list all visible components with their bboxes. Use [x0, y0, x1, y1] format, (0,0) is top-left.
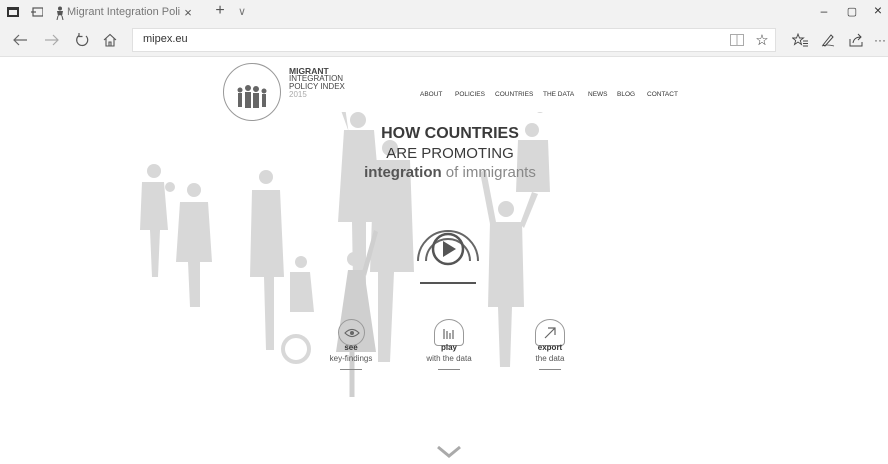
new-tab-button[interactable]: + [211, 2, 229, 20]
play-with-data-button[interactable] [434, 319, 464, 346]
close-window-button[interactable]: × [871, 2, 885, 18]
web-note-pen-icon[interactable] [818, 30, 838, 50]
tab-title: Migrant Integration Poli [67, 6, 181, 18]
see-key-findings-button[interactable] [338, 319, 365, 346]
hero-line-1: HOW COUNTRIES [381, 125, 519, 142]
url-text: mipex.eu [143, 33, 188, 45]
hero-line-3: integration of immigrants [300, 164, 600, 181]
mipex-logo-emblem[interactable] [223, 63, 281, 121]
hero-line-3-emphasis: integration [364, 164, 442, 181]
back-arrow-icon[interactable] [10, 30, 30, 50]
play-subtitle[interactable]: with the data [409, 354, 489, 363]
tab-actions-icon[interactable] [6, 5, 20, 19]
scroll-down-chevron-icon[interactable] [436, 445, 462, 459]
tab-favicon-icon [55, 6, 65, 20]
export-data-button[interactable] [535, 319, 565, 346]
home-icon[interactable] [100, 30, 120, 50]
hero-line-3-rest: of immigrants [441, 164, 536, 181]
export-title[interactable]: export [510, 343, 590, 352]
tab-list-chevron-icon[interactable]: ∨ [234, 3, 250, 19]
eye-icon [343, 328, 360, 337]
more-menu-icon[interactable]: ··· [872, 30, 888, 50]
favorite-star-icon[interactable]: ☆ [753, 31, 771, 49]
web-page: MIGRANT INTEGRATION POLICY INDEX 2015 AB… [0, 57, 888, 460]
minimize-button[interactable]: – [817, 3, 831, 19]
refresh-icon[interactable] [72, 30, 92, 50]
export-subtitle[interactable]: the data [510, 354, 590, 363]
nav-countries[interactable]: COUNTRIES [495, 91, 533, 98]
see-title[interactable]: see [311, 343, 391, 352]
nav-the-data[interactable]: THE DATA [543, 91, 574, 98]
logo-year: 2015 [289, 90, 307, 99]
share-icon[interactable] [846, 30, 866, 50]
reading-view-icon[interactable] [729, 32, 745, 48]
see-subtitle[interactable]: key-findings [311, 354, 391, 363]
mipex-logo-text[interactable]: MIGRANT INTEGRATION POLICY INDEX 2015 [289, 67, 345, 99]
browser-address-bar: mipex.eu ☆ ··· [0, 24, 888, 57]
restore-button[interactable]: ▢ [845, 3, 859, 19]
export-underline [539, 369, 561, 370]
play-video-button[interactable] [402, 207, 494, 291]
nav-news[interactable]: NEWS [588, 91, 608, 98]
bar-chart-icon [443, 328, 454, 339]
tab-close-icon[interactable]: × [181, 4, 195, 20]
set-aside-tabs-icon[interactable] [30, 5, 44, 19]
nav-contact[interactable]: CONTACT [647, 91, 678, 98]
play-underline [438, 369, 460, 370]
browser-tab-active[interactable]: Migrant Integration Poli × [55, 2, 207, 24]
browser-tab-bar: Migrant Integration Poli × + ∨ – ▢ × [0, 0, 888, 24]
nav-about[interactable]: ABOUT [420, 91, 442, 98]
see-underline [340, 369, 362, 370]
play-title[interactable]: play [409, 343, 489, 352]
nav-blog[interactable]: BLOG [617, 91, 635, 98]
nav-policies[interactable]: POLICIES [455, 91, 485, 98]
arrow-up-right-icon [544, 326, 556, 338]
favorites-hub-icon[interactable] [790, 30, 810, 50]
forward-arrow-icon[interactable] [42, 30, 62, 50]
url-field[interactable]: mipex.eu ☆ [132, 28, 776, 52]
hero-line-2: ARE PROMOTING [386, 145, 514, 162]
play-circle-icon [417, 230, 479, 284]
